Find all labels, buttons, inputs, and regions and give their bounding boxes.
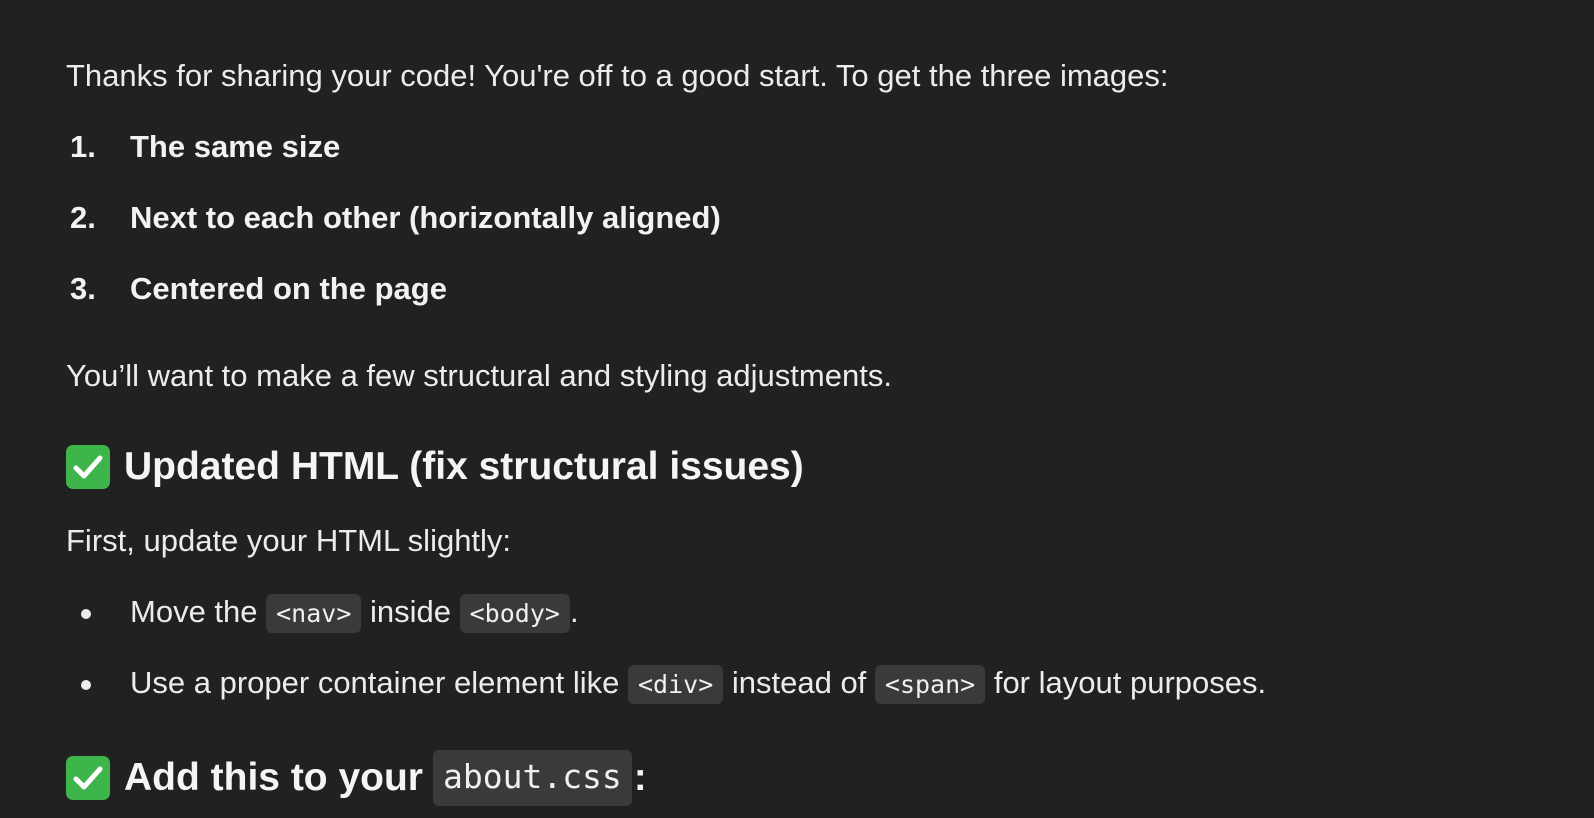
- check-mark-button-icon: [66, 445, 110, 489]
- text-segment: Use a proper container element like: [130, 665, 628, 700]
- bullet-icon: [81, 680, 91, 690]
- section-heading-updated-html: Updated HTML (fix structural issues): [66, 443, 804, 491]
- list-item-text: Centered on the page: [130, 271, 447, 306]
- section-heading-text: Updated HTML (fix structural issues): [124, 445, 804, 488]
- list-item-text: The same size: [130, 129, 341, 164]
- list-item-text: Use a proper container element like <div…: [130, 663, 1266, 705]
- list-number: 3.: [70, 271, 96, 306]
- inline-code: <span>: [874, 665, 986, 704]
- inline-code: <div>: [627, 665, 724, 704]
- list-item-text: Move the <nav> inside <body>.: [130, 592, 579, 634]
- text-segment: instead of: [723, 665, 875, 700]
- section-heading-text: Add this to your: [124, 756, 423, 799]
- section-heading-add-css: Add this to your about.css:: [66, 750, 647, 806]
- text-segment: inside: [361, 594, 460, 629]
- inline-code: <body>: [459, 594, 570, 633]
- adjustments-paragraph: You’ll want to make a few structural and…: [66, 358, 892, 393]
- list-number: 2.: [70, 200, 96, 235]
- check-mark-button-icon: [66, 756, 110, 800]
- list-number: 1.: [70, 129, 96, 164]
- inline-code: about.css: [432, 750, 632, 806]
- text-segment: .: [569, 594, 579, 629]
- list-item-text: Next to each other (horizontally aligned…: [130, 200, 721, 235]
- text-segment: Move the: [130, 594, 267, 629]
- section-heading-suffix: :: [633, 756, 647, 799]
- bullet-icon: [81, 609, 91, 619]
- section-lead-paragraph: First, update your HTML slightly:: [66, 523, 512, 558]
- text-segment: for layout purposes.: [985, 665, 1267, 700]
- intro-paragraph: Thanks for sharing your code! You're off…: [66, 58, 1169, 93]
- inline-code: <nav>: [266, 594, 362, 633]
